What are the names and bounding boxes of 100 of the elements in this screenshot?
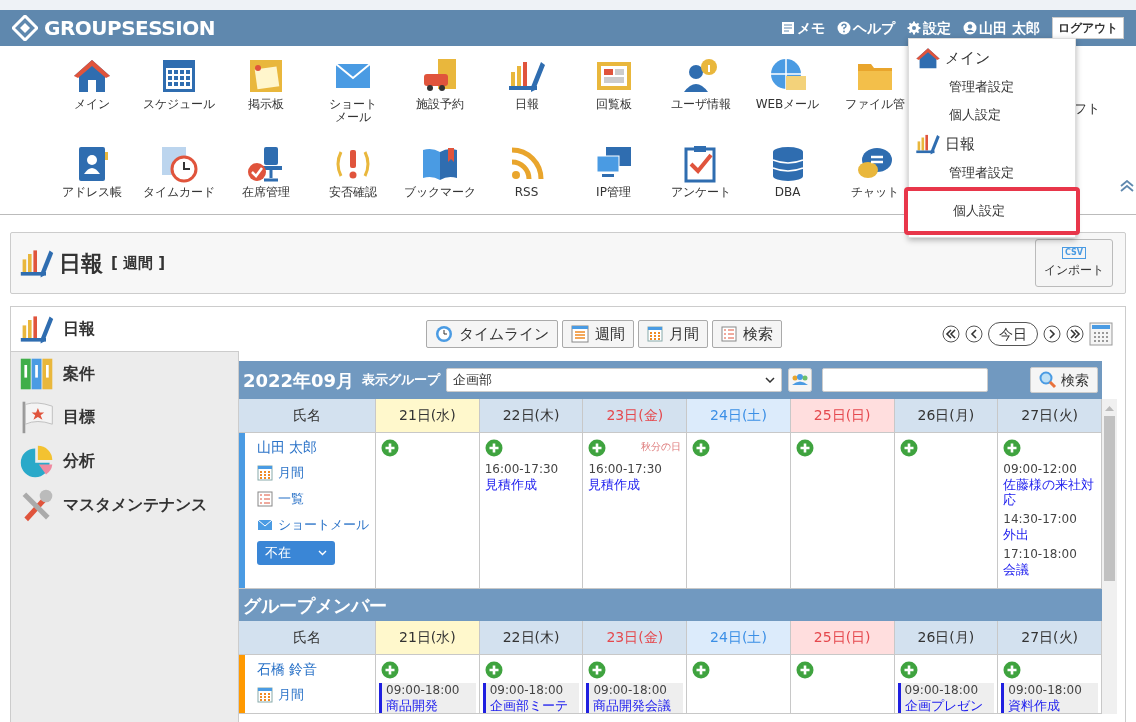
- sidebar-item[interactable]: 案件: [11, 351, 239, 395]
- user-link[interactable]: 一覧: [257, 488, 369, 510]
- search-button[interactable]: 検索: [1030, 367, 1098, 393]
- day-header: 27日(火): [998, 621, 1102, 654]
- user-icon: [963, 21, 978, 35]
- day-header: 27日(火): [998, 399, 1102, 432]
- add-icon[interactable]: [588, 439, 607, 457]
- app-launcher[interactable]: メイン: [48, 56, 135, 144]
- view-label: [ 週間 ]: [111, 252, 166, 274]
- day-header: 24日(土): [687, 621, 791, 654]
- calendar-icon: [647, 326, 663, 342]
- entry-title[interactable]: 企画部ミーテ: [489, 698, 580, 713]
- view-button[interactable]: タイムライン: [426, 320, 558, 348]
- header-link[interactable]: 設定: [907, 17, 952, 39]
- add-icon[interactable]: [692, 439, 711, 457]
- view-button[interactable]: 月間: [638, 320, 708, 348]
- app-launcher[interactable]: ユーザ情報: [657, 56, 744, 144]
- header-link[interactable]: メモ: [781, 17, 826, 39]
- add-icon[interactable]: [1003, 661, 1022, 679]
- status-select[interactable]: 不在: [257, 541, 335, 565]
- logo-text: GROUPSESSION: [44, 15, 215, 42]
- logout-button[interactable]: ログアウト: [1052, 17, 1124, 39]
- holiday-name: 秋分の日: [641, 440, 682, 454]
- app-launcher[interactable]: 施設予約: [396, 56, 483, 144]
- today-button[interactable]: 今日: [988, 322, 1038, 346]
- sidebar-item[interactable]: マスタメンテナンス: [11, 483, 239, 527]
- collapse-icon[interactable]: [1120, 180, 1134, 192]
- add-icon[interactable]: [795, 661, 814, 679]
- add-icon[interactable]: [795, 439, 814, 457]
- entry-title[interactable]: 企画プレゼン: [904, 698, 995, 713]
- entry-title[interactable]: 会議: [1003, 562, 1096, 577]
- app-label[interactable]: フト: [1074, 56, 1100, 144]
- add-icon[interactable]: [1003, 439, 1022, 457]
- app-launcher[interactable]: ショート メール: [309, 56, 396, 144]
- calendar-icon[interactable]: [1089, 322, 1113, 346]
- user-link[interactable]: 月間: [257, 684, 318, 706]
- double-right-icon[interactable]: [1066, 325, 1084, 343]
- chevron-right-icon[interactable]: [1043, 325, 1061, 343]
- checklist-icon: [257, 491, 273, 507]
- app-launcher[interactable]: タイムカード: [135, 144, 222, 214]
- add-icon[interactable]: [899, 661, 918, 679]
- schedule-entry[interactable]: 09:00-18:00 企画部ミーテ: [482, 683, 580, 713]
- search-field[interactable]: [822, 368, 989, 392]
- schedule-entry[interactable]: 09:00-18:00 資料作成: [1001, 683, 1098, 713]
- entry-title[interactable]: 商品開発: [386, 698, 476, 713]
- app-launcher[interactable]: RSS: [483, 144, 570, 214]
- app-launcher[interactable]: IP管理: [570, 144, 657, 214]
- app-launcher[interactable]: 日報: [483, 56, 570, 144]
- schedule-entry[interactable]: 16:00-17:30 見積作成: [588, 462, 682, 492]
- view-button[interactable]: 検索: [712, 320, 782, 348]
- add-icon[interactable]: [484, 439, 503, 457]
- app-launcher[interactable]: アンケート: [657, 144, 744, 214]
- entry-title[interactable]: 商品開発会議: [593, 698, 684, 713]
- add-icon[interactable]: [484, 661, 503, 679]
- add-icon[interactable]: [381, 661, 399, 679]
- entry-title[interactable]: 見積作成: [588, 477, 682, 492]
- sidebar-item[interactable]: 分析: [11, 439, 239, 483]
- entry-title[interactable]: 外出: [1003, 527, 1096, 542]
- import-button[interactable]: CSV インポート: [1035, 239, 1113, 287]
- column-header: 氏名: [239, 621, 376, 654]
- app-launcher[interactable]: 安否確認: [309, 144, 396, 214]
- header-link[interactable]: 山田 太郎: [963, 17, 1040, 39]
- app-launcher[interactable]: 在席管理: [222, 144, 309, 214]
- group-select[interactable]: 企画部: [446, 368, 783, 392]
- scrollbar[interactable]: [1102, 399, 1117, 714]
- schedule-entry[interactable]: 09:00-18:00 商品開発会議: [586, 683, 684, 713]
- view-button[interactable]: 週間: [562, 320, 634, 348]
- app-launcher[interactable]: ブックマーク: [396, 144, 483, 214]
- chevron-left-icon[interactable]: [965, 325, 983, 343]
- scroll-up-icon[interactable]: [1105, 405, 1114, 411]
- entry-title[interactable]: 佐藤様の来社対応: [1003, 477, 1096, 507]
- schedule-entry[interactable]: 16:00-17:30 見積作成: [484, 462, 578, 492]
- sidebar-item[interactable]: 目標: [11, 395, 239, 439]
- entry-title[interactable]: 資料作成: [1008, 698, 1098, 713]
- app-launcher[interactable]: WEBメール: [744, 56, 831, 144]
- double-left-icon[interactable]: [942, 325, 960, 343]
- app-launcher[interactable]: 掲示板: [222, 56, 309, 144]
- app-launcher[interactable]: DBA: [744, 144, 831, 214]
- schedule-entry[interactable]: 14:30-17:00 外出: [1003, 512, 1096, 542]
- menu-item[interactable]: 個人設定: [904, 187, 1080, 235]
- csv-badge: CSV: [1062, 247, 1086, 259]
- app-launcher[interactable]: アドレス帳: [48, 144, 135, 214]
- schedule-entry[interactable]: 09:00-18:00 商品開発: [379, 683, 476, 713]
- app-launcher[interactable]: スケジュール: [135, 56, 222, 144]
- user-name-link[interactable]: 山田 太郎: [257, 437, 369, 458]
- user-link[interactable]: ショートメール: [257, 514, 369, 536]
- schedule-entry[interactable]: 09:00-12:00 佐藤様の来社対応: [1003, 462, 1096, 507]
- add-icon[interactable]: [692, 661, 711, 679]
- add-icon[interactable]: [899, 439, 918, 457]
- schedule-entry[interactable]: 17:10-18:00 会議: [1003, 547, 1096, 577]
- add-icon[interactable]: [381, 439, 399, 457]
- app-launcher[interactable]: 回覧板: [570, 56, 657, 144]
- day-header: 22日(木): [479, 621, 584, 654]
- schedule-entry[interactable]: 09:00-18:00 企画プレゼン: [897, 683, 995, 713]
- user-name-link[interactable]: 石橋 鈴音: [257, 659, 318, 680]
- group-members-icon[interactable]: [788, 368, 813, 392]
- user-link[interactable]: 月間: [257, 462, 369, 484]
- entry-title[interactable]: 見積作成: [484, 477, 578, 492]
- header-link[interactable]: ヘルプ: [837, 17, 896, 39]
- add-icon[interactable]: [588, 661, 607, 679]
